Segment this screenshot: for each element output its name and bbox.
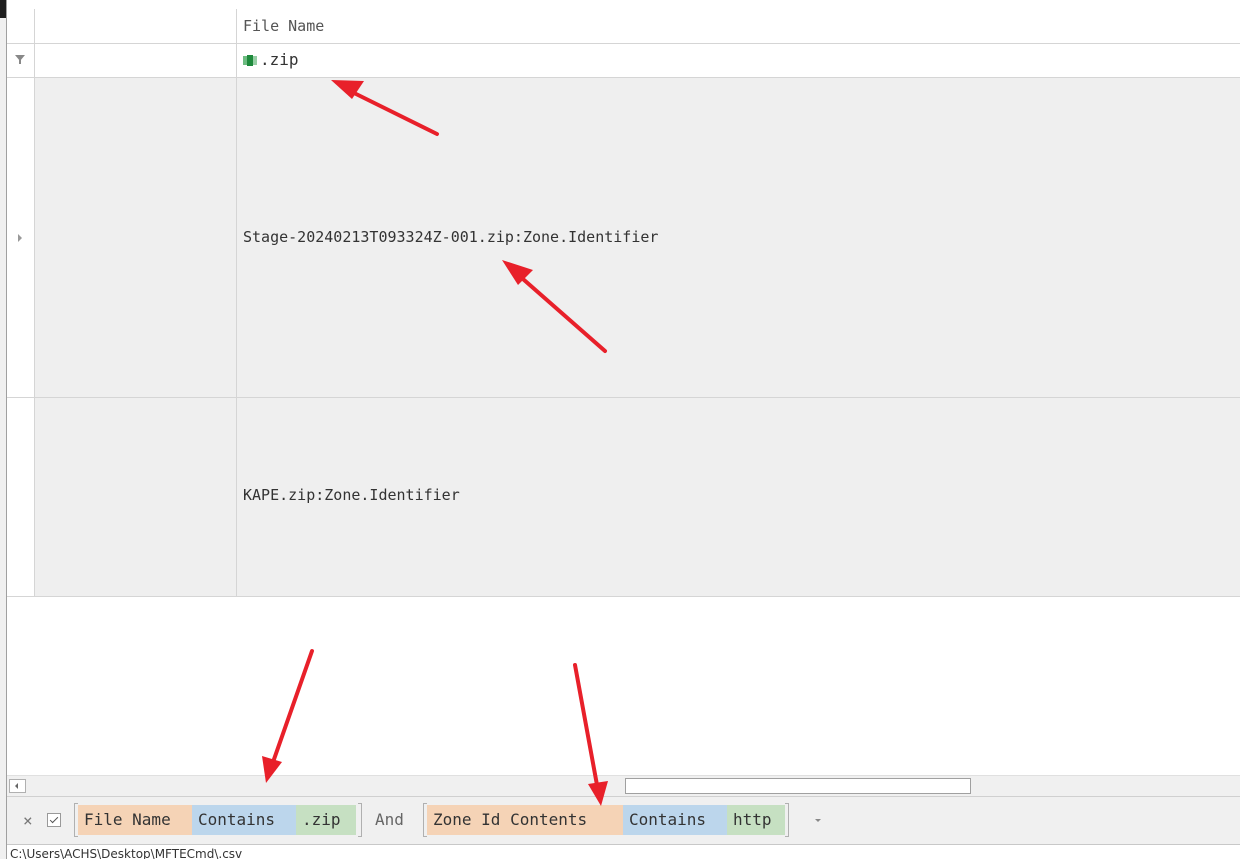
file-name-text: Stage-20240213T093324Z-001.zip:Zone.Iden… xyxy=(243,228,659,246)
column-header-file-name[interactable]: File Name xyxy=(237,9,1240,43)
filter-field-chip[interactable]: File Name xyxy=(78,805,192,835)
table-cell-blank[interactable] xyxy=(35,398,237,596)
text-abc-icon xyxy=(243,55,257,66)
grid-header-row: File Name xyxy=(7,9,1240,44)
column-header-file-name-label: File Name xyxy=(243,17,325,35)
filter-operator-chip[interactable]: Contains xyxy=(623,805,727,835)
condition-bracket-right xyxy=(358,803,362,837)
header-indicator-cell xyxy=(7,9,35,43)
expand-arrow-icon xyxy=(18,234,22,242)
filter-value-chip[interactable]: http xyxy=(727,805,785,835)
filter-cell-file-name[interactable]: .zip xyxy=(237,44,1240,77)
row-indicator[interactable] xyxy=(7,78,35,397)
table-cell-file-name[interactable]: KAPE.zip:Zone.Identifier xyxy=(237,398,1240,596)
funnel-icon-stem xyxy=(19,60,21,64)
window-left-frame xyxy=(0,0,7,859)
filter-file-name-value: .zip xyxy=(260,50,299,69)
filter-condition-file-name[interactable]: File Name Contains .zip xyxy=(74,803,362,837)
horizontal-scrollbar[interactable] xyxy=(7,775,1240,796)
clear-filter-icon[interactable]: × xyxy=(23,811,33,830)
table-row[interactable]: Stage-20240213T093324Z-001.zip:Zone.Iden… xyxy=(7,78,1240,398)
filter-dropdown-icon[interactable] xyxy=(815,819,821,822)
column-header-blank[interactable] xyxy=(35,9,237,43)
condition-bracket-right xyxy=(785,803,789,837)
filter-panel: × File Name Contains .zip And Zone Id Co… xyxy=(7,796,1240,844)
row-indicator[interactable] xyxy=(7,398,35,596)
data-grid: File Name .zip Stage-20240213T093324Z-00… xyxy=(7,9,1240,775)
filter-field-chip[interactable]: Zone Id Contents xyxy=(427,805,623,835)
file-name-text: KAPE.zip:Zone.Identifier xyxy=(243,486,460,504)
table-row[interactable]: KAPE.zip:Zone.Identifier xyxy=(7,398,1240,597)
scroll-left-icon[interactable] xyxy=(9,779,26,793)
scrollbar-thumb[interactable] xyxy=(625,778,971,794)
filter-row-indicator xyxy=(7,44,35,77)
filter-operator-chip[interactable]: Contains xyxy=(192,805,296,835)
filter-enabled-checkbox[interactable] xyxy=(47,813,61,827)
filter-value-chip[interactable]: .zip xyxy=(296,805,356,835)
table-cell-file-name[interactable]: Stage-20240213T093324Z-001.zip:Zone.Iden… xyxy=(237,78,1240,397)
status-path: C:\Users\ACHS\Desktop\MFTECmd\.csv xyxy=(10,847,243,859)
status-bar: C:\Users\ACHS\Desktop\MFTECmd\.csv xyxy=(7,844,1240,859)
table-cell-blank[interactable] xyxy=(35,78,237,397)
filter-condition-zone-id[interactable]: Zone Id Contents Contains http xyxy=(423,803,791,837)
window-corner xyxy=(0,0,6,18)
auto-filter-row: .zip xyxy=(7,44,1240,78)
filter-cell-blank[interactable] xyxy=(35,44,237,77)
filter-join-operator[interactable]: And xyxy=(375,810,404,829)
